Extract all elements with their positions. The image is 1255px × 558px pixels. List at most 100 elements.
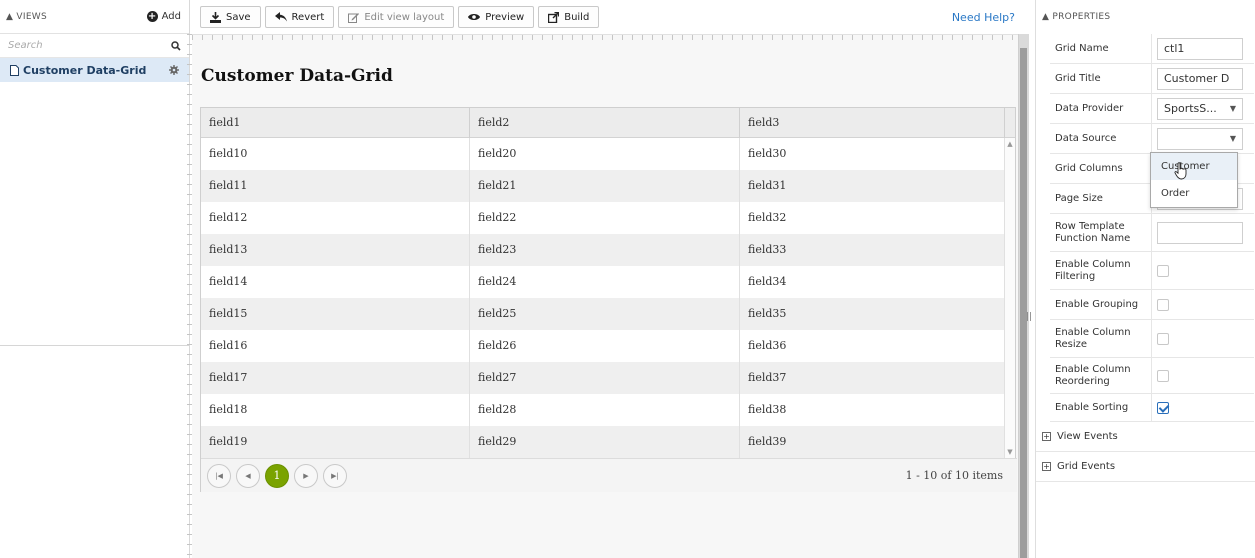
edit-icon (348, 12, 360, 23)
prop-data-provider: Data Provider SportsS... ▼ (1050, 94, 1254, 124)
table-cell: field10 (201, 138, 470, 170)
expand-plus-icon[interactable]: + (1042, 432, 1051, 441)
enable-resize-checkbox[interactable] (1157, 332, 1169, 345)
prop-label: Enable Sorting (1050, 394, 1152, 421)
grid-name-input[interactable]: ctl1 (1157, 37, 1243, 60)
data-provider-select[interactable]: SportsS... ▼ (1157, 97, 1243, 120)
preview-button[interactable]: Preview (458, 6, 535, 28)
table-row[interactable]: field18 field28 field38 (201, 394, 1015, 426)
prop-label: Enable Column Resize (1050, 320, 1152, 357)
grid-body: field10 field20 field30 field11 field21 fiel… (201, 138, 1015, 458)
table-cell: field32 (740, 202, 1005, 234)
table-row[interactable]: field16 field26 field36 (201, 330, 1015, 362)
table-cell: field27 (470, 362, 740, 394)
chevron-down-icon: ▼ (1229, 134, 1236, 143)
column-header[interactable]: field2 (470, 108, 740, 138)
grid-events-label: Grid Events (1057, 461, 1116, 472)
dropdown-option-order[interactable]: Order (1151, 180, 1237, 207)
data-source-dropdown: Customer Order (1150, 152, 1238, 208)
views-panel: ▲ VIEWS + Add Search Customer Data-Grid (0, 0, 190, 558)
column-header[interactable]: field1 (201, 108, 470, 138)
add-view-button[interactable]: + Add (146, 11, 181, 22)
save-button[interactable]: Save (200, 6, 261, 28)
grid-pager: |◀ ◀ 1 ▶ ▶| 1 - 10 of 10 items (201, 458, 1017, 492)
enable-filtering-checkbox[interactable] (1157, 264, 1169, 277)
views-search-box[interactable]: Search (0, 34, 189, 58)
enable-grouping-checkbox[interactable] (1157, 298, 1169, 311)
first-page-button[interactable]: |◀ (207, 463, 231, 488)
external-link-icon (548, 11, 560, 23)
grid-scrollbar[interactable]: ▲ ▼ (1005, 138, 1015, 458)
prop-label: Row Template Function Name (1050, 214, 1152, 251)
views-divider (0, 345, 189, 346)
table-cell: field13 (201, 234, 470, 266)
table-row[interactable]: field19 field29 field39 (201, 426, 1015, 458)
reply-icon (274, 12, 287, 22)
view-events-label: View Events (1057, 431, 1118, 442)
table-cell: field35 (740, 298, 1005, 330)
prop-label: Page Size (1050, 184, 1152, 213)
download-icon (210, 11, 221, 23)
prop-label: Grid Title (1050, 64, 1152, 93)
splitter-grip-icon[interactable]: || (1026, 312, 1032, 324)
table-cell: field16 (201, 330, 470, 362)
prop-label: Data Source (1050, 124, 1152, 153)
prop-row-template: Row Template Function Name (1050, 214, 1254, 252)
previous-page-icon: ◀ (245, 471, 251, 480)
table-cell: field30 (740, 138, 1005, 170)
grid-title-input[interactable]: Customer D (1157, 67, 1243, 90)
table-cell: field38 (740, 394, 1005, 426)
edit-view-layout-button[interactable]: Edit view layout (338, 6, 455, 28)
properties-collapse-toggle[interactable]: ▲ PROPERTIES (1036, 0, 1255, 34)
table-row[interactable]: field14 field24 field34 (201, 266, 1015, 298)
table-cell: field15 (201, 298, 470, 330)
caret-up-icon: ▲ (1042, 12, 1050, 22)
table-cell: field28 (470, 394, 740, 426)
prop-label: Enable Column Reordering (1050, 358, 1152, 393)
view-events-group[interactable]: + View Events (1036, 422, 1255, 452)
dropdown-option-customer[interactable]: Customer (1151, 153, 1237, 180)
table-row[interactable]: field11 field21 field31 (201, 170, 1015, 202)
prop-label: Grid Name (1050, 34, 1152, 63)
add-view-label: Add (161, 11, 181, 22)
table-row[interactable]: field12 field22 field32 (201, 202, 1015, 234)
column-header[interactable]: field3 (740, 108, 1005, 138)
gear-icon[interactable] (169, 65, 179, 75)
revert-label: Revert (291, 11, 325, 23)
last-page-button[interactable]: ▶| (323, 463, 347, 488)
search-icon[interactable] (171, 40, 181, 51)
table-cell: field19 (201, 426, 470, 458)
enable-reorder-checkbox[interactable] (1157, 369, 1169, 382)
next-page-button[interactable]: ▶ (294, 463, 318, 488)
table-row[interactable]: field15 field25 field35 (201, 298, 1015, 330)
prop-grid-title: Grid Title Customer D (1050, 64, 1254, 94)
table-row[interactable]: field10 field20 field30 (201, 138, 1015, 170)
build-label: Build (564, 11, 590, 23)
view-item-customer-data-grid[interactable]: Customer Data-Grid (0, 58, 189, 82)
views-header-label: VIEWS (16, 11, 48, 22)
previous-page-button[interactable]: ◀ (236, 463, 260, 488)
hand-cursor-icon (1174, 162, 1187, 180)
search-input[interactable]: Search (8, 40, 43, 51)
build-button[interactable]: Build (538, 6, 600, 28)
data-grid: field1 field2 field3 field10 field20 field… (200, 107, 1017, 492)
need-help-link[interactable]: Need Help? (952, 11, 1015, 24)
revert-button[interactable]: Revert (264, 6, 335, 28)
expand-plus-icon[interactable]: + (1042, 462, 1051, 471)
scroll-up-icon[interactable]: ▲ (1006, 140, 1014, 148)
row-template-input[interactable] (1157, 221, 1243, 244)
table-cell: field23 (470, 234, 740, 266)
table-row[interactable]: field13 field23 field33 (201, 234, 1015, 266)
grid-events-group[interactable]: + Grid Events (1036, 452, 1255, 482)
scroll-down-icon[interactable]: ▼ (1006, 448, 1014, 456)
views-collapse-toggle[interactable]: ▲ VIEWS (6, 12, 47, 22)
preview-label: Preview (485, 11, 525, 23)
page-number-button[interactable]: 1 (265, 463, 289, 488)
enable-sorting-checkbox[interactable] (1157, 401, 1169, 414)
save-label: Save (226, 11, 251, 23)
data-source-select[interactable]: ▼ (1157, 127, 1243, 150)
table-cell: field37 (740, 362, 1005, 394)
prop-enable-grouping: Enable Grouping (1050, 290, 1254, 320)
canvas-scrollbar-thumb[interactable] (1020, 48, 1027, 558)
table-row[interactable]: field17 field27 field37 (201, 362, 1015, 394)
